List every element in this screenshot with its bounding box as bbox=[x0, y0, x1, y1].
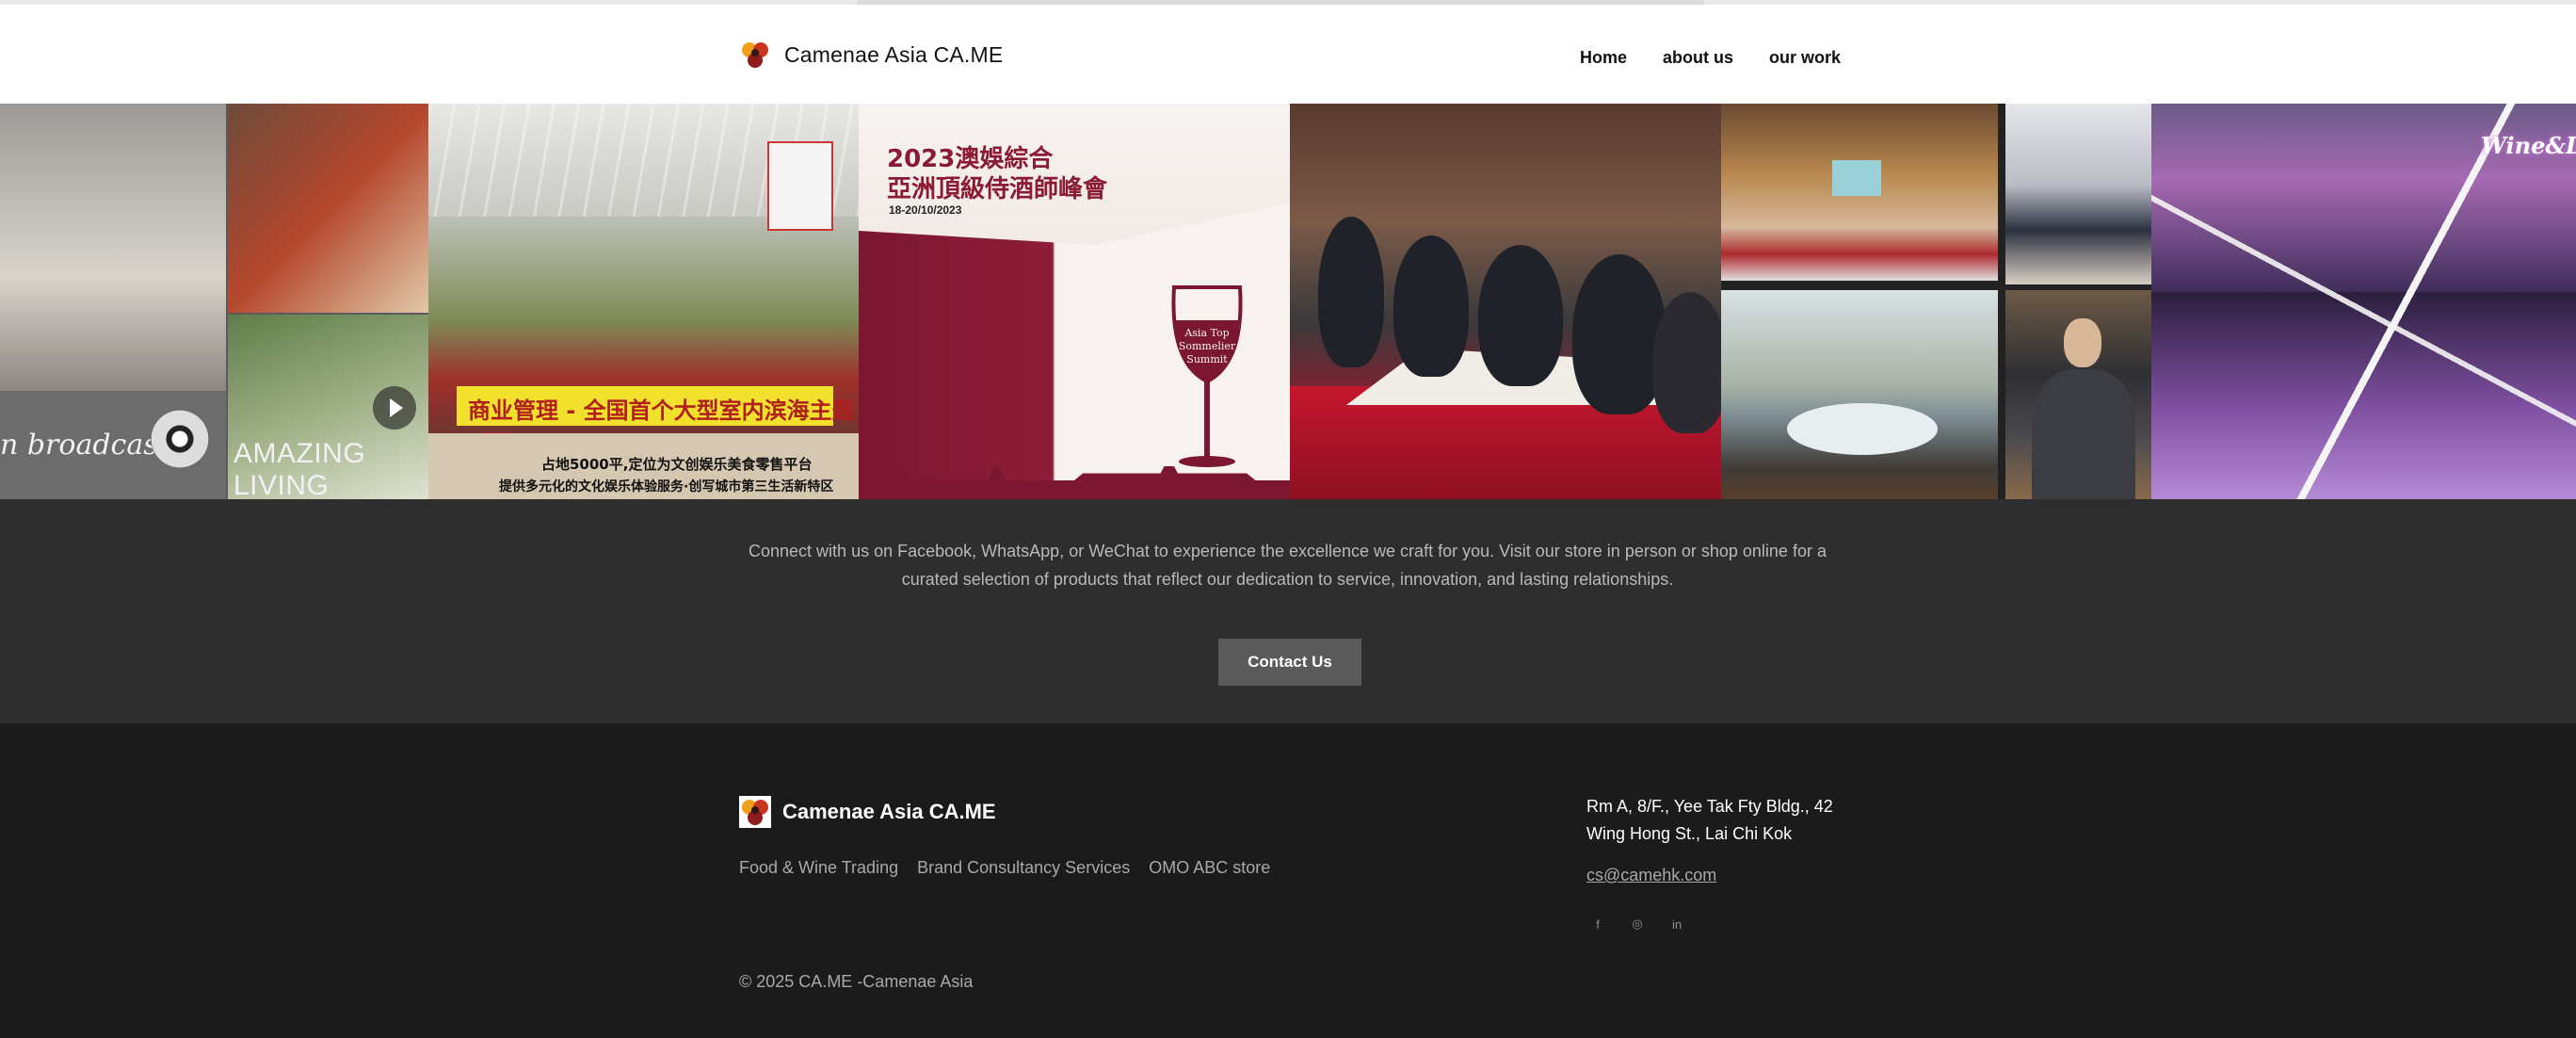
brand-name: Camenae Asia CA.ME bbox=[784, 41, 1004, 67]
social-links: f ◎ in bbox=[1588, 915, 1686, 933]
summit-title: 亞洲頂級侍酒師峰會 bbox=[887, 175, 1108, 203]
facebook-icon[interactable]: f bbox=[1588, 915, 1607, 933]
gallery-image-portrait[interactable] bbox=[2005, 290, 2151, 499]
site-footer: Camenae Asia CA.ME Food & Wine Trading B… bbox=[0, 723, 2576, 1038]
glass-label-2: Sommelier bbox=[1179, 340, 1236, 352]
gallery-image-market-hall[interactable]: 商业管理 - 全国首个大型室内滨海主题乐园 占地5000平,定位为文创娱乐美食零… bbox=[428, 104, 859, 499]
footer-address: Rm A, 8/F., Yee Tak Fty Bldg., 42 Wing H… bbox=[1586, 793, 1833, 848]
contact-cta-section: Connect with us on Facebook, WhatsApp, o… bbox=[0, 499, 2576, 723]
nav-our-work[interactable]: our work bbox=[1769, 48, 1841, 68]
gallery-image-round-table[interactable] bbox=[1721, 290, 1998, 499]
linkedin-icon[interactable]: in bbox=[1667, 915, 1686, 933]
record-icon bbox=[151, 410, 209, 468]
address-line-1: Rm A, 8/F., Yee Tak Fty Bldg., 42 bbox=[1586, 797, 1833, 816]
main-nav: Home about us our work bbox=[1580, 48, 1841, 68]
market-subtitle-1: 占地5000平,定位为文创娱乐美食零售平台 bbox=[541, 456, 813, 473]
nav-about-us[interactable]: about us bbox=[1663, 48, 1733, 68]
summit-date: 18-20/10/2023 bbox=[889, 203, 962, 217]
footer-logo-icon bbox=[739, 796, 771, 828]
footer-email-link[interactable]: cs@camehk.com bbox=[1586, 866, 1716, 885]
gallery-image-meeting[interactable] bbox=[2005, 104, 2151, 284]
contact-us-button[interactable]: Contact Us bbox=[1218, 639, 1361, 686]
play-icon[interactable] bbox=[373, 386, 416, 430]
address-line-2: Wing Hong St., Lai Chi Kok bbox=[1586, 824, 1793, 843]
footer-brand[interactable]: Camenae Asia CA.ME bbox=[739, 796, 996, 828]
footer-brand-name: Camenae Asia CA.ME bbox=[782, 800, 996, 823]
festival-sign: Wine&Di bbox=[2481, 132, 2576, 159]
gallery-image-broadcast[interactable]: n broadcast AMAZING LIVING bbox=[0, 104, 428, 499]
broadcast-caption: n broadcast bbox=[0, 429, 169, 462]
logo-icon bbox=[739, 39, 771, 71]
site-header: Camenae Asia CA.ME Home about us our wor… bbox=[0, 5, 2576, 104]
footer-link-food-wine-trading[interactable]: Food & Wine Trading bbox=[739, 858, 898, 878]
wine-glass-graphic: Asia Top Sommelier Summit bbox=[1165, 278, 1249, 490]
copyright: © 2025 CA.ME -Camenae Asia bbox=[739, 972, 974, 991]
instagram-icon[interactable]: ◎ bbox=[1628, 915, 1647, 933]
photo-gallery: n broadcast AMAZING LIVING 商业管理 - 全国首个大型… bbox=[0, 104, 2576, 499]
market-subtitle-2: 提供多元化的文化娱乐体验服务·创写城市第三生活新特区 bbox=[499, 479, 834, 495]
cta-text: Connect with us on Facebook, WhatsApp, o… bbox=[749, 542, 1827, 589]
glass-label-1: Asia Top bbox=[1183, 327, 1229, 339]
footer-link-omo-abc-store[interactable]: OMO ABC store bbox=[1149, 858, 1270, 878]
footer-link-brand-consultancy[interactable]: Brand Consultancy Services bbox=[917, 858, 1130, 878]
footer-links: Food & Wine Trading Brand Consultancy Se… bbox=[739, 858, 1270, 878]
gallery-image-banquet[interactable] bbox=[1721, 104, 1998, 281]
glass-label-3: Summit bbox=[1186, 353, 1228, 365]
nav-home[interactable]: Home bbox=[1580, 48, 1627, 68]
amazing-living-caption: AMAZING LIVING bbox=[233, 438, 366, 499]
brand[interactable]: Camenae Asia CA.ME bbox=[739, 39, 1003, 71]
gallery-image-conference[interactable] bbox=[1290, 104, 1721, 499]
gallery-image-sommelier-summit[interactable]: 2023澳娛綜合 亞洲頂級侍酒師峰會 18-20/10/2023 Asia To… bbox=[859, 104, 1290, 499]
gallery-image-wine-festival[interactable]: Wine&Di bbox=[2151, 104, 2576, 499]
